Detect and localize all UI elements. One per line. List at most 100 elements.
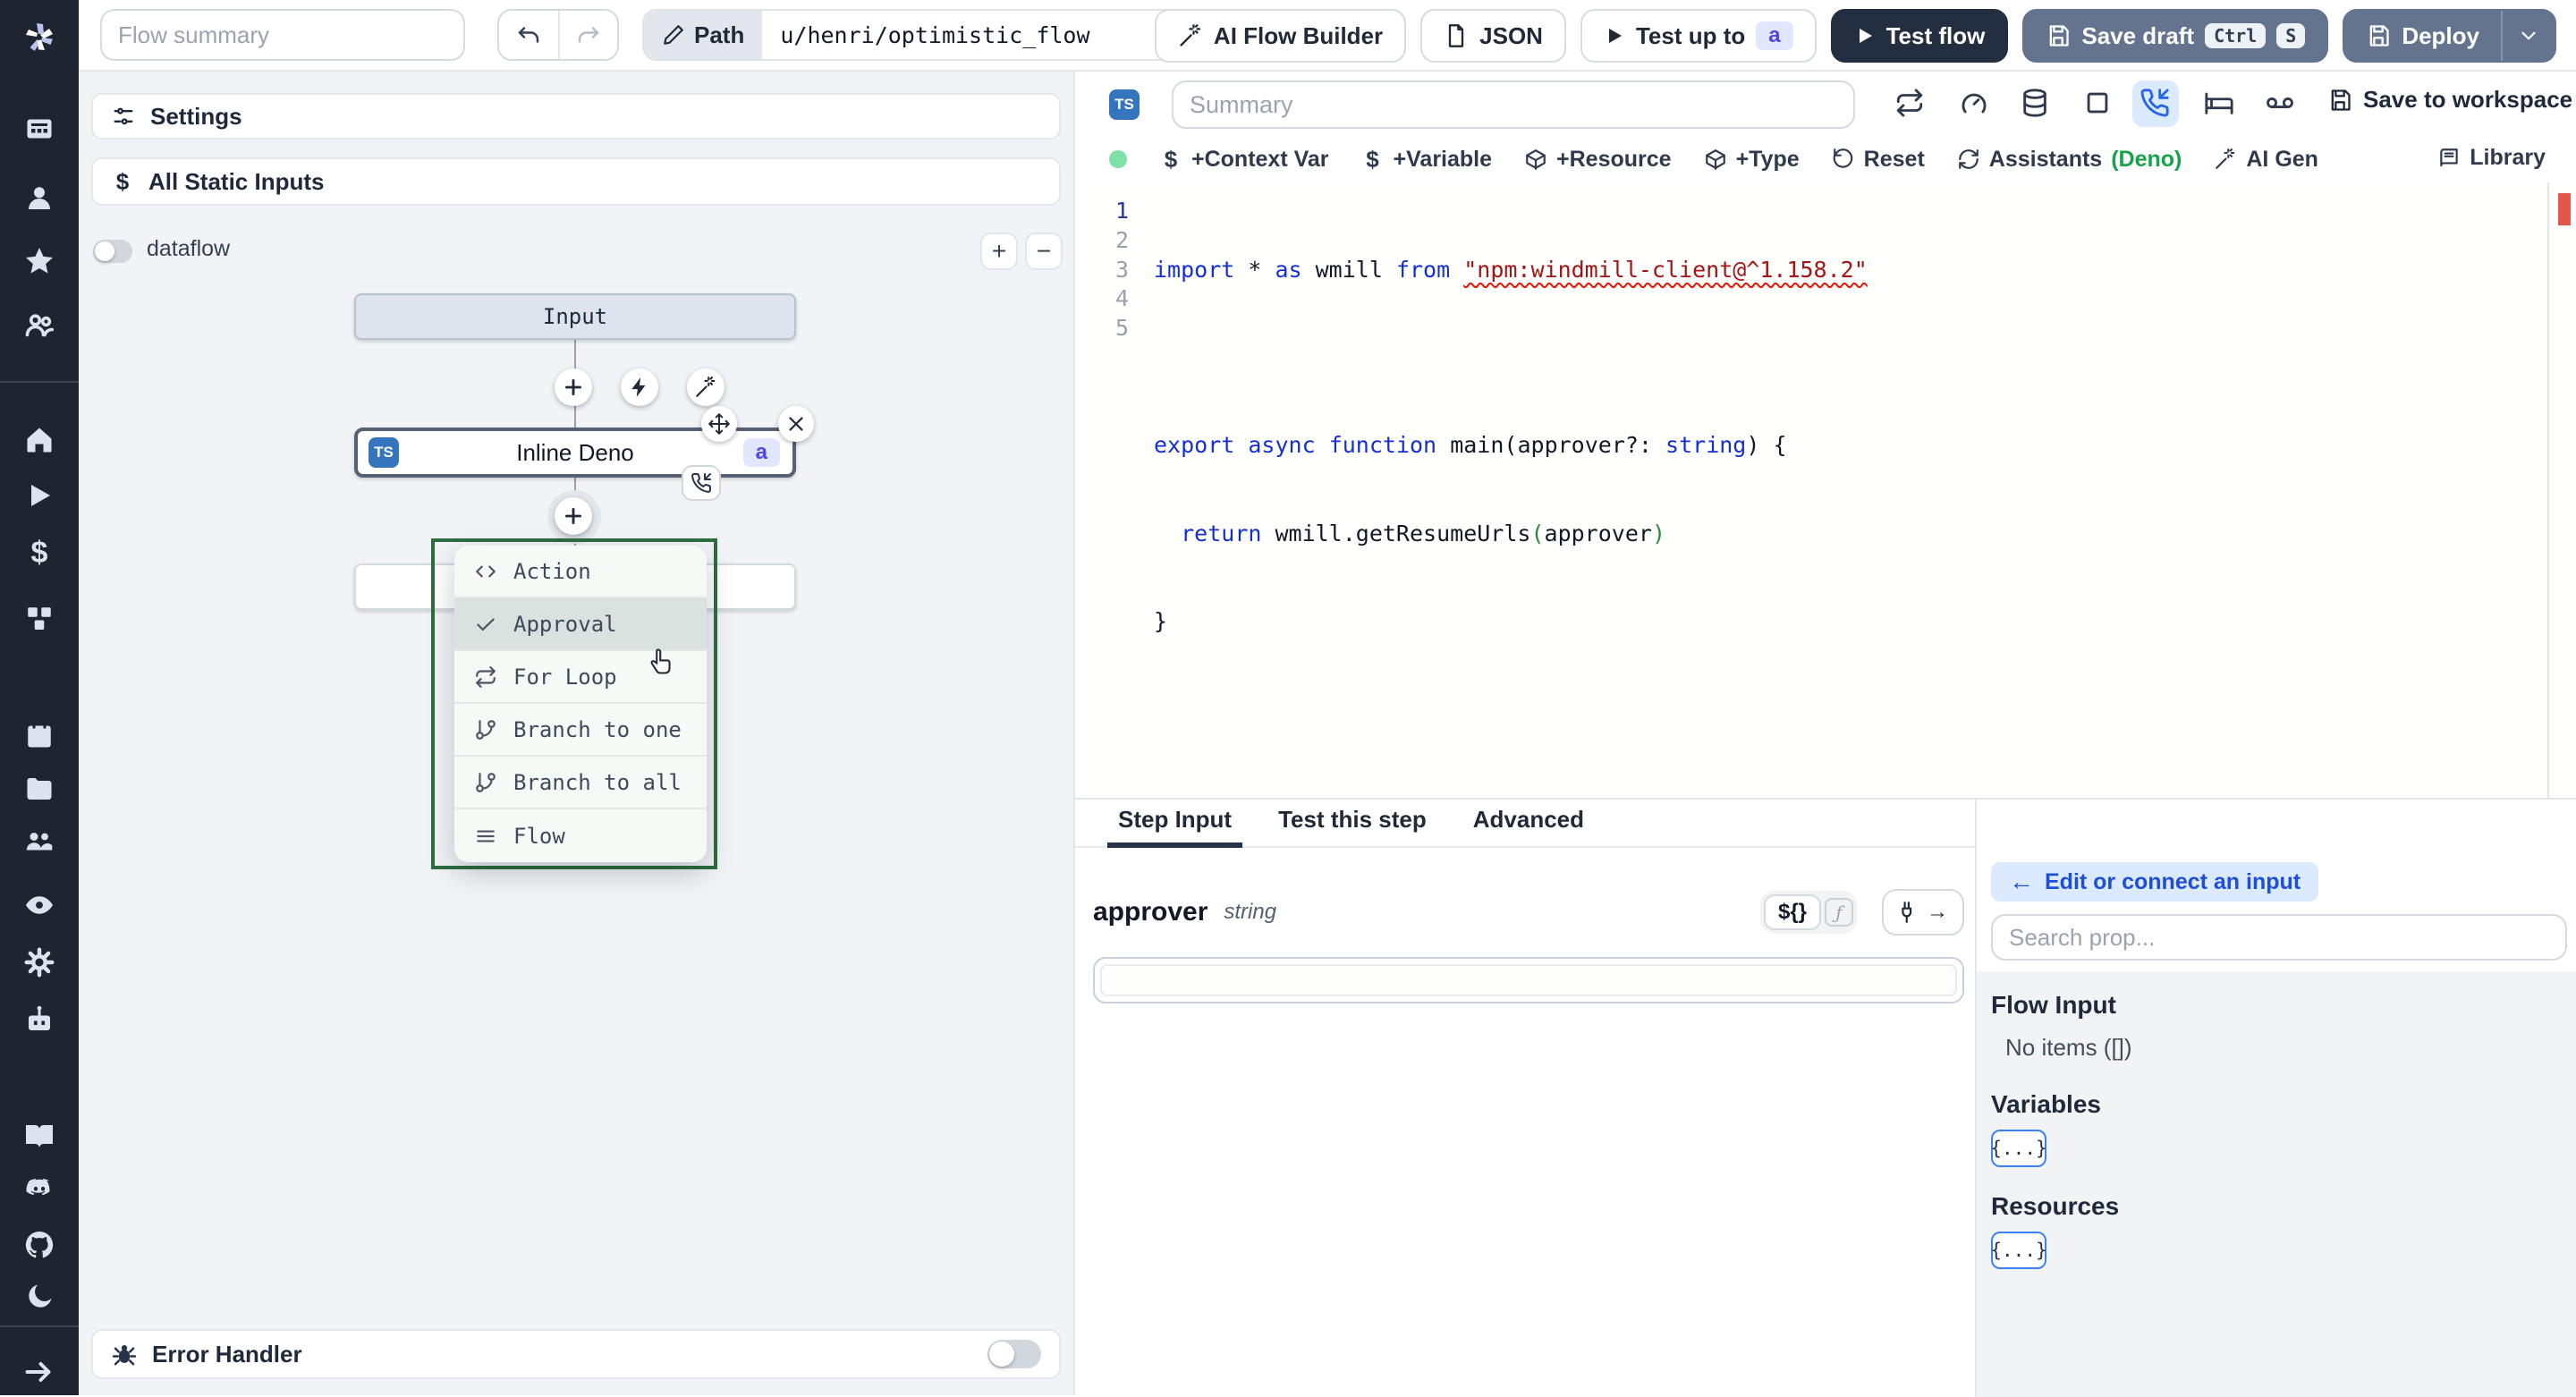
- json-button[interactable]: JSON: [1420, 9, 1566, 63]
- concurrency-square-icon[interactable]: [2082, 88, 2114, 120]
- delete-node-button[interactable]: [778, 406, 814, 442]
- favorites-star-icon[interactable]: [23, 245, 55, 277]
- all-static-inputs-row[interactable]: $ All Static Inputs: [91, 157, 1061, 206]
- settings-gear-icon[interactable]: [23, 946, 55, 978]
- function-mode-button[interactable]: ƒ: [1825, 898, 1853, 927]
- menu-item-branch-to-one[interactable]: Branch to one: [454, 704, 707, 757]
- flow-summary-input[interactable]: [100, 9, 465, 61]
- step-id-badge: a: [1756, 21, 1793, 50]
- redo-button[interactable]: [558, 11, 617, 59]
- step-summary-input[interactable]: [1172, 80, 1855, 129]
- audit-logs-eye-icon[interactable]: [23, 889, 55, 921]
- step-editor-panel: TS Save: [1075, 72, 2576, 798]
- chevron-down-icon[interactable]: [2517, 24, 2540, 47]
- zoom-in-button[interactable]: +: [980, 233, 1018, 270]
- menu-item-flow[interactable]: Flow: [454, 809, 707, 862]
- windmill-logo-icon[interactable]: [18, 16, 61, 59]
- ai-robot-icon[interactable]: [23, 1003, 55, 1036]
- path-edit-chip[interactable]: Path: [644, 11, 763, 59]
- input-node[interactable]: Input: [354, 293, 796, 340]
- variables-object-chip[interactable]: {...}: [1990, 1130, 2047, 1167]
- test-flow-button[interactable]: Test flow: [1830, 9, 2009, 63]
- save-to-workspace-button[interactable]: Save to workspace: [2327, 86, 2572, 114]
- tab-advanced[interactable]: Advanced: [1473, 806, 1584, 846]
- flow-settings-row[interactable]: Settings: [91, 93, 1061, 140]
- early-stop-gauge-icon[interactable]: [1959, 88, 1991, 120]
- resources-icon[interactable]: [23, 603, 55, 635]
- assistants-button[interactable]: Assistants (Deno): [1957, 147, 2182, 173]
- error-handler-row[interactable]: Error Handler: [91, 1329, 1061, 1379]
- windmill-flow-builder: $ Flow summary Path u/henri/optimistic_f…: [0, 0, 2576, 1397]
- book-icon: [2440, 148, 2458, 166]
- field-header-row: approver string ${} ƒ →: [1093, 889, 1964, 936]
- variables-dollar-icon[interactable]: $: [23, 537, 55, 569]
- tab-test-this-step[interactable]: Test this step: [1278, 806, 1427, 846]
- package-icon: [1705, 149, 1725, 170]
- home-icon[interactable]: [23, 424, 55, 456]
- deploy-button[interactable]: Deploy: [2343, 9, 2556, 63]
- refresh-icon: [1958, 149, 1979, 169]
- dataflow-toggle[interactable]: [93, 240, 132, 263]
- typescript-badge: TS: [369, 437, 399, 468]
- github-icon[interactable]: [23, 1229, 55, 1261]
- expand-sidebar-arrow-icon[interactable]: [23, 1356, 55, 1388]
- move-node-button[interactable]: [701, 406, 737, 442]
- insert-step-button[interactable]: [555, 497, 592, 535]
- groups-icon[interactable]: [23, 309, 55, 342]
- approver-value-input[interactable]: [1093, 957, 1964, 1003]
- search-prop-input[interactable]: [1991, 914, 2567, 961]
- resources-object-chip[interactable]: {...}: [1990, 1232, 2047, 1269]
- add-context-var-button[interactable]: $ +Context Var: [1159, 147, 1329, 173]
- bug-icon: [112, 1345, 137, 1366]
- menu-item-action[interactable]: Action: [454, 546, 707, 598]
- mock-voicemail-icon[interactable]: [2265, 88, 2297, 120]
- workers-icon[interactable]: [23, 825, 55, 857]
- check-icon: [477, 618, 495, 631]
- error-handler-toggle[interactable]: [987, 1340, 1041, 1368]
- docs-book-icon[interactable]: [23, 1120, 55, 1152]
- add-type-button[interactable]: +Type: [1704, 147, 1800, 173]
- zoom-out-button[interactable]: −: [1025, 233, 1063, 270]
- sliders-icon: [114, 107, 133, 125]
- edit-or-connect-button[interactable]: ← Edit or connect an input: [1991, 862, 2319, 902]
- menu-item-for-loop[interactable]: For Loop: [454, 651, 707, 704]
- code-editor[interactable]: 1 2 3 4 5 import * as wmill from "npm:wi…: [1075, 182, 2576, 798]
- discord-icon[interactable]: [23, 1173, 55, 1206]
- insert-step-button[interactable]: [555, 368, 592, 406]
- menu-item-branch-to-all[interactable]: Branch to all: [454, 757, 707, 809]
- code-line: return wmill.getResumeUrls(approver): [1181, 520, 1665, 546]
- rotate-ccw-icon: [1833, 148, 1852, 168]
- apps-icon[interactable]: [23, 113, 55, 145]
- test-up-to-button[interactable]: Test up to a: [1580, 9, 1817, 63]
- insert-step-menu: Action Approval For Loop Branch to one B…: [454, 546, 707, 862]
- connect-input-button[interactable]: →: [1882, 889, 1964, 936]
- undo-button[interactable]: [499, 11, 558, 59]
- trigger-button[interactable]: [621, 368, 658, 406]
- expr-mode-button[interactable]: ${}: [1763, 894, 1821, 930]
- ai-gen-button[interactable]: AI Gen: [2214, 147, 2318, 173]
- menu-item-approval[interactable]: Approval: [454, 598, 707, 651]
- tab-step-input[interactable]: Step Input: [1107, 806, 1242, 847]
- folders-icon[interactable]: [23, 773, 55, 805]
- ai-flow-builder-button[interactable]: AI Flow Builder: [1154, 9, 1407, 63]
- reset-button[interactable]: Reset: [1832, 147, 1925, 173]
- suspend-approval-phone-icon[interactable]: [2132, 80, 2179, 127]
- dark-mode-moon-icon[interactable]: [23, 1281, 55, 1313]
- runs-play-icon[interactable]: [23, 479, 55, 512]
- user-icon[interactable]: [23, 182, 55, 215]
- save-draft-button[interactable]: Save draft Ctrl S: [2022, 9, 2329, 63]
- play-icon: [1859, 29, 1872, 43]
- add-resource-button[interactable]: +Resource: [1524, 147, 1672, 173]
- path-control[interactable]: Path u/henri/optimistic_flow: [642, 9, 1188, 61]
- sleep-bed-icon[interactable]: [2204, 88, 2236, 120]
- editor-actions-row: $ +Context Var $ +Variable +Resource +Ty…: [1075, 136, 2576, 182]
- editor-scrollbar[interactable]: [2547, 182, 2549, 798]
- retries-repeat-icon[interactable]: [1894, 88, 1927, 120]
- schedules-calendar-icon[interactable]: [23, 719, 55, 751]
- cache-database-icon[interactable]: [2020, 88, 2052, 120]
- ai-suggest-button[interactable]: [687, 368, 724, 406]
- add-variable-button[interactable]: $ +Variable: [1361, 147, 1492, 173]
- assistants-lang: (Deno): [2111, 146, 2182, 172]
- library-button[interactable]: Library: [2437, 145, 2546, 171]
